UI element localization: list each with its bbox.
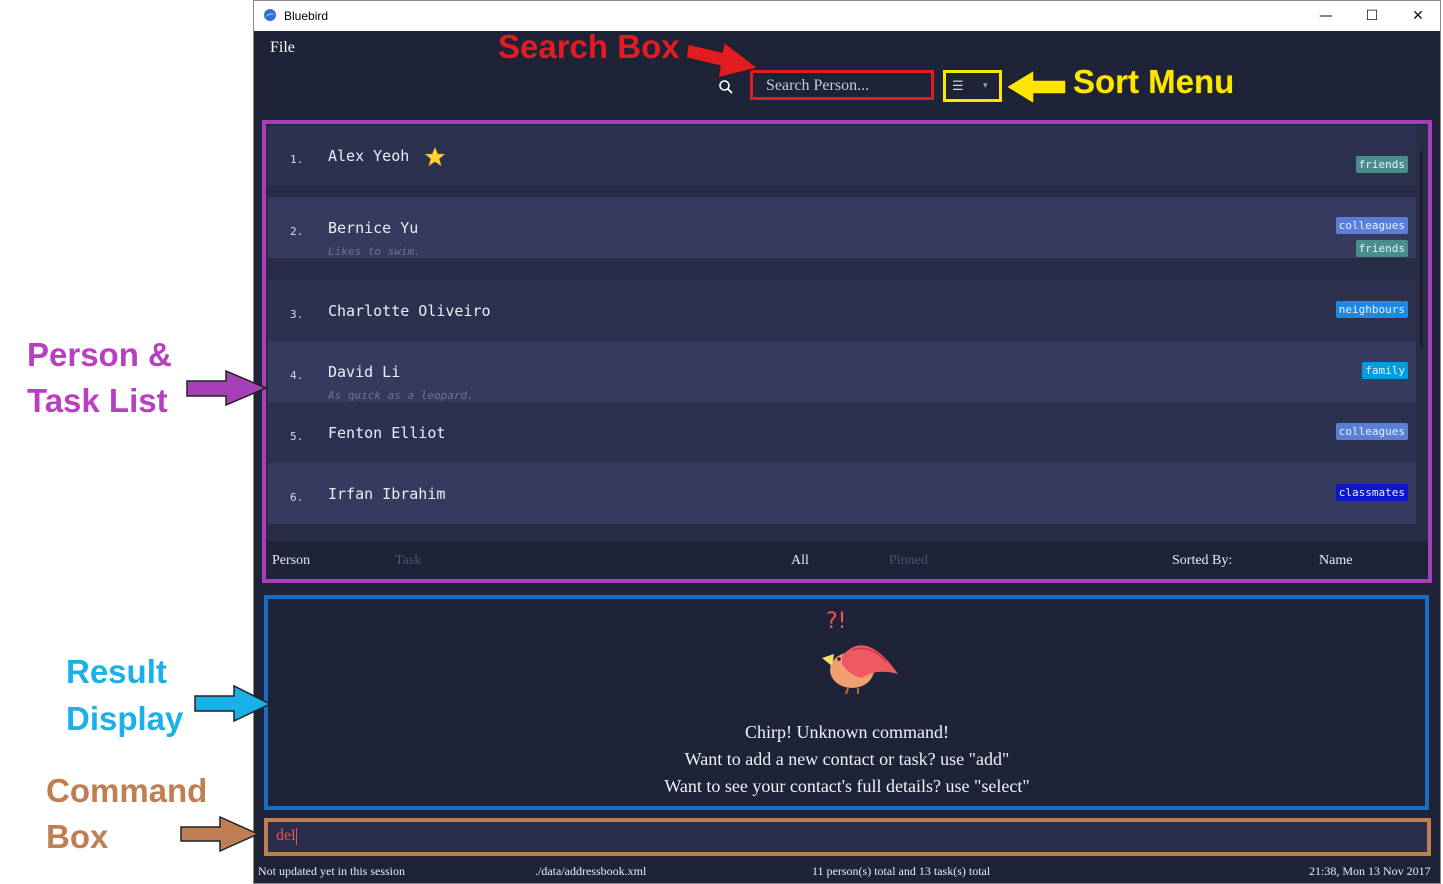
status-bar: Not updated yet in this session ./data/a… <box>254 857 1440 883</box>
annotation-sort-menu: Sort Menu <box>1073 63 1235 100</box>
result-highlight <box>264 595 1429 810</box>
annotation-command-line1: Command <box>46 772 208 809</box>
window-title: Bluebird <box>284 9 329 23</box>
annotation-command-line2: Box <box>46 818 109 855</box>
sync-status: Not updated yet in this session <box>258 864 405 878</box>
search-box-highlight <box>750 70 934 100</box>
annotation-result-line2: Display <box>66 700 184 737</box>
maximize-button[interactable]: ☐ <box>1349 1 1395 31</box>
save-location: ./data/addressbook.xml <box>535 864 647 878</box>
minimize-button[interactable]: — <box>1303 1 1349 31</box>
command-highlight <box>264 818 1431 856</box>
annotation-result-line1: Result <box>66 653 167 690</box>
totals-status: 11 person(s) total and 13 task(s) total <box>812 864 991 878</box>
sort-menu-highlight <box>943 70 1002 102</box>
clock: 21:38, Mon 13 Nov 2017 <box>1309 864 1431 878</box>
annotation-list-line1: Person & <box>27 336 172 373</box>
title-bar: Bluebird — ☐ ✕ <box>254 1 1440 31</box>
annotation-search-box: Search Box <box>498 28 680 65</box>
brown-arrow-icon <box>180 815 260 853</box>
menu-file[interactable]: File <box>270 39 295 57</box>
search-icon <box>719 80 733 94</box>
close-button[interactable]: ✕ <box>1395 1 1441 31</box>
bluebird-app-icon <box>264 9 276 21</box>
annotation-list-line2: Task List <box>27 382 168 419</box>
list-highlight <box>262 120 1432 583</box>
